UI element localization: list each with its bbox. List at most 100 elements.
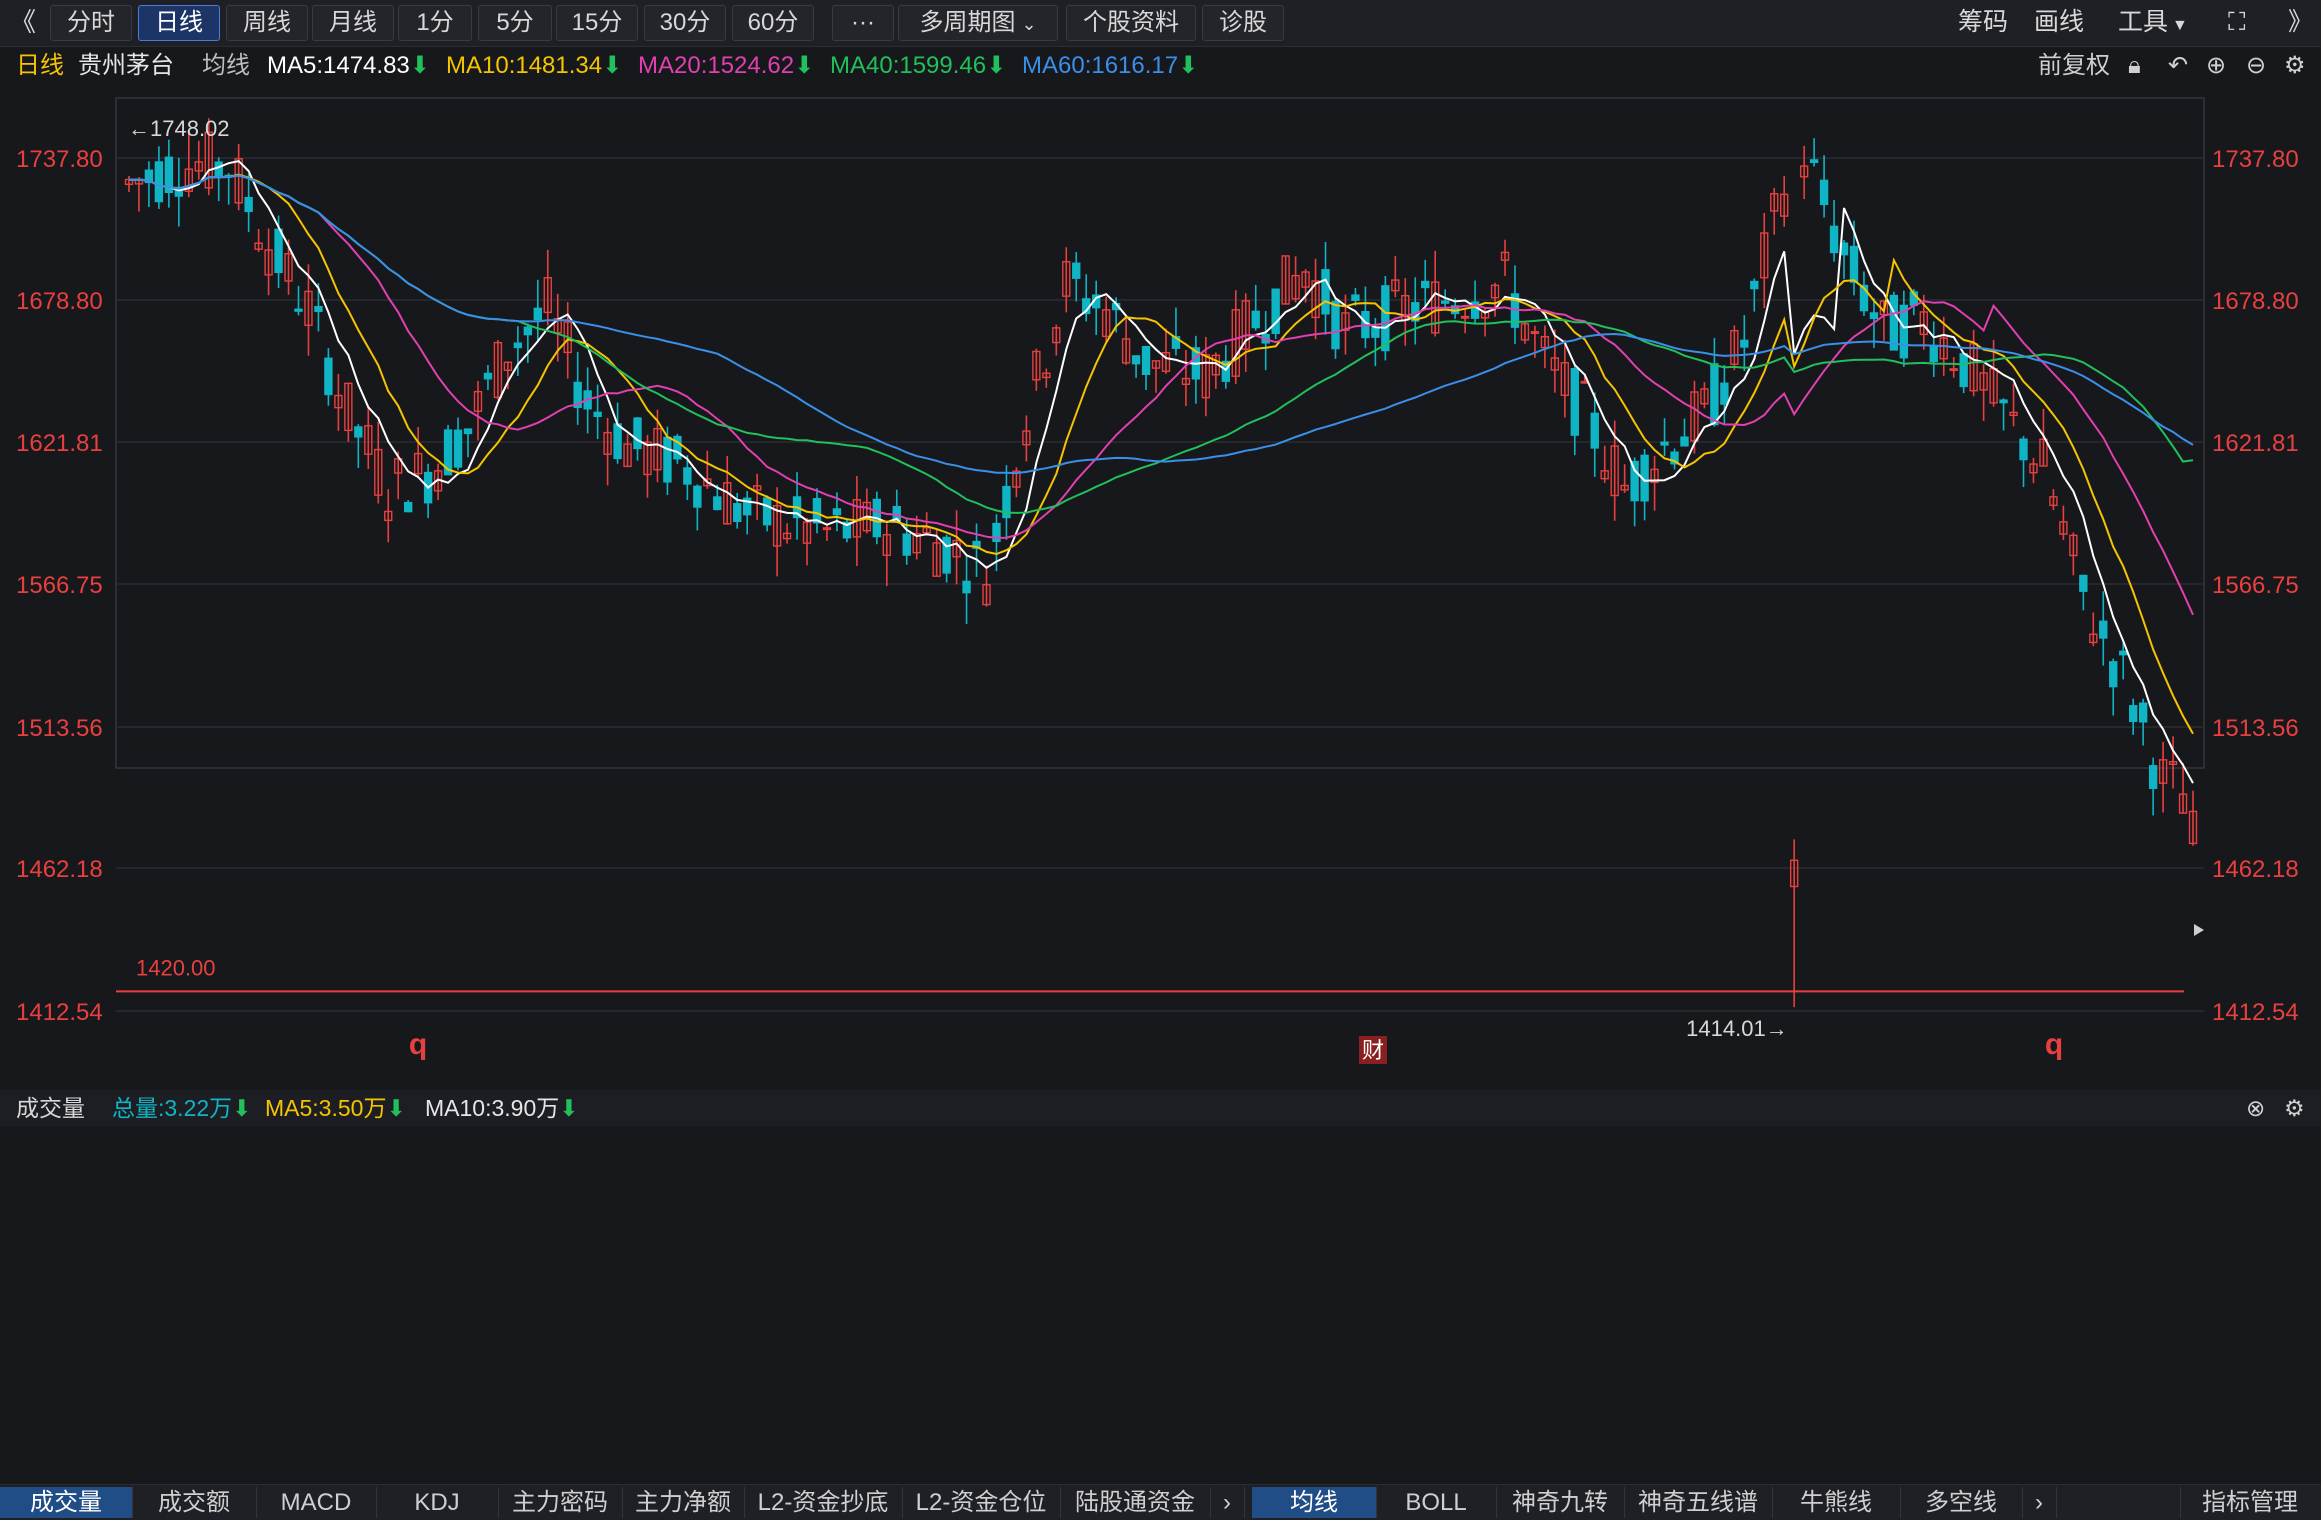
overlay-tab-1[interactable]: BOLL: [1376, 1487, 1497, 1518]
high-price-label: ←1748.02: [128, 116, 230, 141]
candle-body: [1660, 441, 1669, 446]
gear-icon[interactable]: ⚙: [2284, 1090, 2305, 1126]
candle-body: [2119, 650, 2128, 656]
volume-ma5-text: MA5:3.50万: [265, 1095, 387, 1121]
overlay-tab-4[interactable]: 牛熊线: [1772, 1487, 1901, 1518]
price-tick-right: 1412.54: [2212, 999, 2299, 1026]
overlay-tab-2[interactable]: 神奇九转: [1496, 1487, 1625, 1518]
ma5-value: MA5:1474.83⬇: [267, 47, 430, 85]
tab-1min[interactable]: 1分: [398, 5, 472, 41]
fullscreen-icon[interactable]: ⛶: [2228, 5, 2246, 39]
candle-body: [1829, 225, 1839, 254]
candle-body: [2128, 705, 2138, 723]
tools-label: 工具: [2118, 8, 2169, 36]
candle-body: [1959, 353, 1968, 388]
tab-5min[interactable]: 5分: [478, 5, 552, 41]
indicator-tabs: 成交量 成交额 MACD KDJ 主力密码 主力净额 L2-资金抄底 L2-资金仓位 陆股通资金…: [0, 1484, 2321, 1520]
down-arrow-icon: ⬇: [409, 52, 430, 79]
indicator-tab-7[interactable]: L2-资金仓位: [902, 1487, 1061, 1518]
candle-body: [1271, 288, 1280, 335]
indicator-tab-4[interactable]: 主力密码: [498, 1487, 623, 1518]
candle-body: [324, 357, 333, 396]
chevron-right-icon[interactable]: ›: [2022, 1487, 2057, 1518]
chevron-right-icon[interactable]: ›: [1210, 1487, 1245, 1518]
volume-ma10-text: MA10:3.90万: [425, 1095, 560, 1121]
candle-body: [1869, 312, 1879, 320]
indicator-tab-6[interactable]: L2-资金抄底: [744, 1487, 903, 1518]
candle-body: [593, 411, 602, 418]
candle-body: [523, 326, 533, 336]
more-button[interactable]: ···: [832, 5, 894, 41]
candle-body: [1740, 339, 1749, 348]
gear-icon[interactable]: ⚙: [2284, 47, 2306, 85]
price-tick-left: 1513.56: [16, 715, 103, 742]
tab-60min[interactable]: 60分: [732, 5, 814, 41]
candle-body: [1720, 382, 1729, 405]
price-frame: [115, 97, 2205, 769]
chevron-down-icon: ⌄: [1021, 14, 1037, 34]
candle-body: [244, 196, 253, 213]
tab-weekly[interactable]: 周线: [226, 5, 308, 41]
candle-body: [1141, 345, 1151, 376]
candle-body: [1072, 262, 1081, 279]
candle-body: [214, 161, 223, 178]
indicator-manage-button[interactable]: 指标管理: [2180, 1487, 2319, 1518]
volume-ma10: MA10:3.90万⬇: [425, 1090, 579, 1126]
candle-body: [2109, 661, 2118, 688]
stock-name: 贵州茅台: [78, 52, 174, 79]
price-tick-left: 1462.18: [16, 856, 103, 883]
back-arrow-icon[interactable]: 《: [10, 5, 36, 39]
indicator-tab-8[interactable]: 陆股通资金: [1060, 1487, 1211, 1518]
event-marker: q: [2045, 1028, 2063, 1061]
kline-svg[interactable]: 1737.80 1737.80 1678.80 1678.80 1621.81 1621.…: [0, 88, 2321, 1478]
down-arrow-icon: ⬇: [794, 52, 815, 79]
tab-monthly[interactable]: 月线: [312, 5, 394, 41]
candle-body: [1440, 300, 1450, 304]
close-icon[interactable]: ⊗: [2246, 1090, 2265, 1126]
price-tick-right: 1737.80: [2212, 146, 2299, 173]
support-label: 1420.00: [136, 955, 216, 980]
chips-button[interactable]: 筹码: [1958, 5, 2008, 39]
candle-body: [1131, 355, 1141, 365]
overlay-tab-0[interactable]: 均线: [1252, 1487, 1377, 1518]
tools-button[interactable]: 工具 ▼: [2118, 5, 2188, 39]
period-label[interactable]: 日线: [16, 47, 64, 85]
volume-header: 成交量 总量:3.22万⬇ MA5:3.50万⬇ MA10:3.90万⬇ ⊗ ⚙: [0, 1090, 2321, 1126]
tab-daily[interactable]: 日线: [138, 5, 220, 41]
ma60-text: MA60:1616.17: [1022, 52, 1179, 79]
price-tick-left: 1412.54: [16, 999, 103, 1026]
candle-body: [2148, 765, 2158, 789]
indicator-tab-3[interactable]: KDJ: [376, 1487, 499, 1518]
indicator-tab-1[interactable]: 成交额: [132, 1487, 257, 1518]
adjust-mode-button[interactable]: 前复权: [2038, 47, 2110, 85]
diagnosis-button[interactable]: 诊股: [1202, 5, 1284, 41]
candle-body: [1929, 344, 1938, 363]
ma10-text: MA10:1481.34: [446, 52, 603, 79]
forward-arrow-icon[interactable]: 》: [2288, 5, 2313, 39]
stock-info-button[interactable]: 个股资料: [1066, 5, 1196, 41]
down-arrow-icon: ⬇: [386, 1095, 406, 1121]
candle-body: [832, 508, 842, 516]
ma20-value: MA20:1524.62⬇: [638, 47, 814, 85]
price-chart[interactable]: 1737.80 1737.80 1678.80 1678.80 1621.81 1621.…: [0, 88, 2321, 1478]
overlay-tab-5[interactable]: 多空线: [1900, 1487, 2023, 1518]
overlay-tab-3[interactable]: 神奇五线谱: [1624, 1487, 1773, 1518]
zoom-out-icon[interactable]: ⊖: [2246, 47, 2266, 85]
indicator-tab-0[interactable]: 成交量: [0, 1487, 133, 1518]
lock-icon[interactable]: 🔒︎: [2128, 47, 2141, 85]
undo-icon[interactable]: ↶: [2168, 47, 2188, 85]
price-tick-left: 1621.81: [16, 430, 103, 457]
multi-period-button[interactable]: 多周期图 ⌄: [898, 5, 1058, 41]
tab-30min[interactable]: 30分: [644, 5, 726, 41]
zoom-in-icon[interactable]: ⊕: [2206, 47, 2226, 85]
ma-label[interactable]: 均线: [202, 47, 250, 85]
candle-body: [1630, 460, 1639, 502]
draw-button[interactable]: 画线: [2034, 5, 2084, 39]
candle-body: [1999, 399, 2008, 404]
tab-minute[interactable]: 分时: [50, 5, 132, 41]
indicator-tab-5[interactable]: 主力净额: [622, 1487, 745, 1518]
indicator-tab-2[interactable]: MACD: [256, 1487, 377, 1518]
tab-15min[interactable]: 15分: [556, 5, 638, 41]
price-tick-right: 1678.80: [2212, 288, 2299, 315]
candle-body: [294, 308, 303, 312]
